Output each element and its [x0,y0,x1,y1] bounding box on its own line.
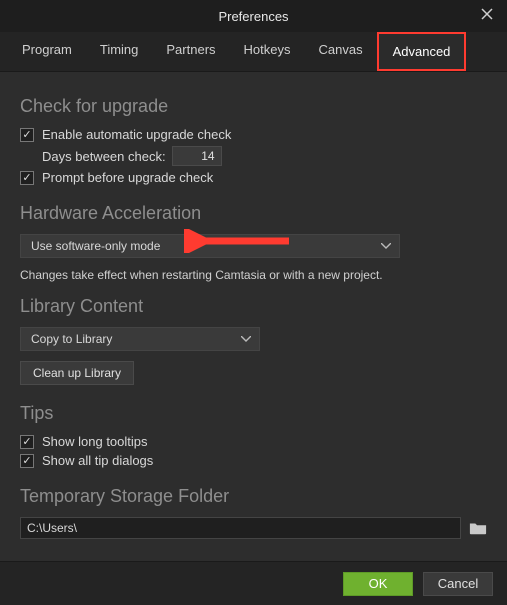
chevron-down-icon [241,336,251,342]
label-enable-upgrade: Enable automatic upgrade check [42,127,231,142]
footer-bar: OK Cancel [0,561,507,605]
checkbox-long-tooltips[interactable]: ✓ [20,435,34,449]
chevron-down-icon [381,243,391,249]
tab-program[interactable]: Program [8,32,86,71]
tab-canvas[interactable]: Canvas [305,32,377,71]
close-icon[interactable] [479,6,497,24]
cancel-button[interactable]: Cancel [423,572,493,596]
label-days-between: Days between check: [42,149,166,164]
tab-timing[interactable]: Timing [86,32,153,71]
section-library-title: Library Content [20,296,487,317]
label-all-tip-dialogs: Show all tip dialogs [42,453,153,468]
cleanup-library-button[interactable]: Clean up Library [20,361,134,385]
ok-button[interactable]: OK [343,572,413,596]
checkbox-enable-upgrade[interactable]: ✓ [20,128,34,142]
section-hwaccel-title: Hardware Acceleration [20,203,487,224]
label-long-tooltips: Show long tooltips [42,434,148,449]
folder-icon[interactable] [469,520,487,536]
dropdown-hwaccel-mode[interactable]: Use software-only mode [20,234,400,258]
section-upgrade-title: Check for upgrade [20,96,487,117]
window-title: Preferences [218,9,288,24]
section-tips-title: Tips [20,403,487,424]
tab-partners[interactable]: Partners [152,32,229,71]
hwaccel-hint: Changes take effect when restarting Camt… [20,268,487,282]
input-days-between[interactable] [172,146,222,166]
tab-bar: Program Timing Partners Hotkeys Canvas A… [0,32,507,72]
dropdown-library-value: Copy to Library [31,332,112,346]
tab-advanced[interactable]: Advanced [377,32,467,71]
dropdown-hwaccel-value: Use software-only mode [31,239,160,253]
tab-hotkeys[interactable]: Hotkeys [230,32,305,71]
content-area: Check for upgrade ✓ Enable automatic upg… [0,72,507,539]
checkbox-prompt-upgrade[interactable]: ✓ [20,171,34,185]
title-bar: Preferences [0,0,507,32]
label-prompt-upgrade: Prompt before upgrade check [42,170,213,185]
checkbox-all-tip-dialogs[interactable]: ✓ [20,454,34,468]
section-storage-title: Temporary Storage Folder [20,486,487,507]
dropdown-library-mode[interactable]: Copy to Library [20,327,260,351]
input-storage-path[interactable] [20,517,461,539]
